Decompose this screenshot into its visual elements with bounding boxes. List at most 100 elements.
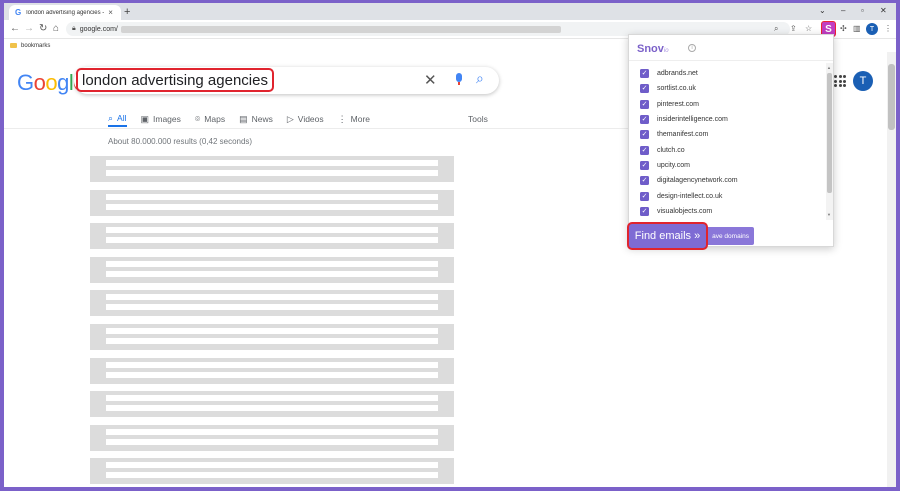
tab-strip: G london advertising agencies - G × + ⌄ … — [4, 3, 896, 20]
browser-menu-icon[interactable]: ⋮ — [884, 24, 892, 33]
domain-list: ✓ adbrands.net ✓ sortlist.co.uk ✓ pinterest.c… — [629, 66, 825, 221]
result-stats: About 80.000.000 results (0,42 seconds) — [108, 137, 253, 146]
tools-button[interactable]: Tools — [468, 111, 488, 127]
domain-checkbox[interactable]: ✓ — [640, 69, 649, 79]
video-icon: ▷ — [286, 113, 294, 124]
browser-window: G london advertising agencies - G × + ⌄ … — [4, 3, 896, 487]
home-icon[interactable]: ⌂ — [53, 23, 59, 34]
bookmarks-folder[interactable]: bookmarks — [21, 43, 50, 49]
result-placeholder — [90, 323, 454, 350]
search-query[interactable]: london advertising agencies — [82, 72, 268, 89]
domain-item[interactable]: ✓ adbrands.net — [629, 66, 825, 81]
search-box[interactable]: london advertising agencies ✕ ⌕ — [74, 67, 499, 94]
map-pin-icon: ⌾ — [194, 113, 201, 124]
new-tab-icon[interactable]: + — [124, 6, 130, 18]
back-icon[interactable]: ← — [10, 23, 20, 34]
popup-header: Snovio i — [629, 35, 833, 61]
domain-name: pinterest.com — [657, 100, 700, 108]
domain-item[interactable]: ✓ themanifest.com — [629, 127, 825, 142]
tab-title: london advertising agencies - G — [26, 9, 105, 16]
query-highlight: london advertising agencies — [76, 68, 274, 92]
scroll-up-icon[interactable]: ▲ — [827, 65, 831, 70]
domain-item[interactable]: ✓ clutch.co — [629, 142, 825, 157]
extensions-puzzle-icon[interactable]: ✣ — [840, 24, 847, 33]
minimize-icon[interactable]: – — [841, 6, 845, 15]
tab-all[interactable]: ⌕ All — [108, 111, 127, 127]
maximize-icon[interactable]: ▫ — [861, 6, 864, 15]
close-window-icon[interactable]: ✕ — [880, 6, 887, 15]
lock-icon: 🔒︎ — [72, 25, 76, 32]
clear-search-icon[interactable]: ✕ — [424, 71, 437, 89]
scrollbar-thumb[interactable] — [888, 64, 895, 130]
domain-name: upcity.com — [657, 161, 690, 169]
image-icon: ▣ — [140, 113, 150, 124]
domain-checkbox[interactable]: ✓ — [640, 191, 649, 201]
google-apps-icon[interactable] — [834, 75, 846, 87]
domain-name: visualobjects.com — [657, 207, 713, 215]
domain-name: themanifest.com — [657, 131, 709, 139]
tab-videos[interactable]: ▷ Videos — [287, 111, 324, 127]
domain-checkbox[interactable]: ✓ — [640, 176, 649, 186]
result-placeholder — [90, 189, 454, 216]
tab-images[interactable]: ▣ Images — [141, 111, 181, 127]
domain-name: digitalagencynetwork.com — [657, 177, 738, 185]
folder-icon — [10, 43, 17, 48]
url-redacted — [120, 25, 561, 33]
find-emails-button[interactable]: Find emails » — [627, 222, 708, 250]
domain-item[interactable]: ✓ sortlist.co.uk — [629, 81, 825, 96]
page-scrollbar[interactable] — [887, 52, 896, 487]
domain-item[interactable]: ✓ visualobjects.com — [629, 204, 825, 219]
domain-checkbox[interactable]: ✓ — [640, 130, 649, 140]
domain-name: adbrands.net — [657, 70, 698, 78]
domain-item[interactable]: ✓ insiderintelligence.com — [629, 112, 825, 127]
domain-checkbox[interactable]: ✓ — [640, 84, 649, 94]
google-account-avatar[interactable]: T — [853, 71, 873, 91]
domain-checkbox[interactable]: ✓ — [640, 99, 649, 109]
browser-tab[interactable]: G london advertising agencies - G × — [9, 5, 121, 20]
result-placeholder — [90, 357, 454, 384]
popup-scroll-thumb[interactable] — [827, 73, 832, 193]
domain-checkbox[interactable]: ✓ — [640, 206, 649, 216]
url-text: google.com/ — [79, 25, 118, 33]
domain-checkbox[interactable]: ✓ — [640, 145, 649, 155]
reload-icon[interactable]: ↻ — [39, 23, 47, 34]
snov-popup: Snovio i ✓ adbrands.net ✓ sortlist.co.uk ✓ pi… — [627, 34, 834, 250]
bookmark-star-icon[interactable]: ☆ — [805, 24, 812, 33]
more-vert-icon: ⋮ — [337, 113, 347, 124]
domain-item[interactable]: ✓ upcity.com — [629, 158, 825, 173]
scroll-down-icon[interactable]: ▼ — [827, 212, 831, 217]
profile-avatar[interactable]: T — [866, 23, 878, 35]
snov-logo: Snovio — [637, 43, 669, 55]
zoom-icon[interactable]: ⌕ — [774, 24, 778, 34]
popup-scrollbar[interactable]: ▲ ▼ — [826, 63, 833, 220]
results-list — [90, 156, 454, 487]
domain-name: insiderintelligence.com — [657, 116, 728, 124]
tab-news[interactable]: ▤ News — [239, 111, 273, 127]
search-icon: ⌕ — [108, 112, 114, 123]
domain-checkbox[interactable]: ✓ — [640, 115, 649, 125]
search-tabs: ⌕ All ▣ Images ⌾ Maps ▤ News ▷ Videos ⋮ More — [108, 111, 384, 127]
domain-item[interactable]: ✓ design-intellect.co.uk — [629, 188, 825, 203]
domain-name: clutch.co — [657, 146, 685, 154]
microphone-icon[interactable] — [455, 73, 463, 86]
result-placeholder — [90, 424, 454, 451]
tab-search-icon[interactable]: ⌄ — [819, 6, 826, 15]
domain-name: sortlist.co.uk — [657, 85, 696, 93]
result-placeholder — [90, 290, 454, 317]
tab-close-icon[interactable]: × — [108, 8, 113, 17]
result-placeholder — [90, 458, 454, 485]
share-icon[interactable]: ⇪ — [790, 24, 797, 33]
forward-icon[interactable]: → — [24, 23, 34, 34]
tab-maps[interactable]: ⌾ Maps — [195, 111, 225, 127]
result-placeholder — [90, 156, 454, 182]
tab-more[interactable]: ⋮ More — [338, 111, 370, 127]
domain-item[interactable]: ✓ pinterest.com — [629, 97, 825, 112]
search-icon[interactable]: ⌕ — [476, 70, 484, 87]
news-icon: ▤ — [239, 113, 248, 124]
side-panel-icon[interactable]: ▥ — [853, 24, 861, 33]
result-placeholder — [90, 256, 454, 283]
save-domains-button[interactable]: ave domains — [702, 227, 754, 245]
domain-checkbox[interactable]: ✓ — [640, 160, 649, 170]
domain-item[interactable]: ✓ digitalagencynetwork.com — [629, 173, 825, 188]
info-icon[interactable]: i — [688, 44, 696, 52]
